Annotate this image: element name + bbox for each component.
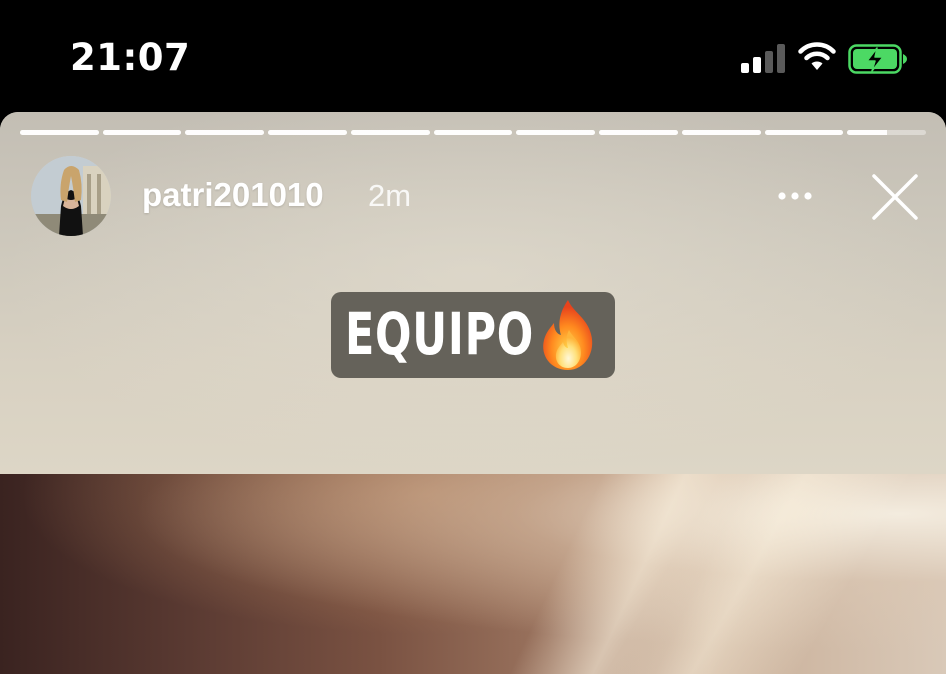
status-bar: 21:07 [0,0,946,112]
progress-segment [433,130,513,135]
story-progress-bar [20,130,927,135]
cellular-signal-icon [741,43,787,73]
text-sticker: EQUIPO [331,292,615,378]
progress-segment-fill [681,130,761,135]
progress-segment-fill [599,130,678,135]
fire-icon [543,300,593,370]
story-timestamp: 2m [368,178,412,213]
story-photo [0,474,946,674]
more-horizontal-icon[interactable] [770,178,820,214]
avatar[interactable] [31,156,111,236]
progress-segment-fill [102,130,182,135]
story-username[interactable]: patri201010 [142,176,324,214]
progress-segment [102,130,182,135]
progress-segment-fill [764,130,844,135]
avatar-image [31,156,111,236]
status-time: 21:07 [70,36,191,79]
sticker-text: EQUIPO [345,300,535,368]
progress-segment-fill [185,130,265,135]
wifi-icon [798,42,836,70]
progress-segment-fill [847,130,887,135]
progress-segment-fill [516,130,596,135]
progress-segment-fill [20,130,99,135]
progress-segment [185,130,265,135]
story-viewer[interactable]: patri201010 2m EQUIPO [0,112,946,674]
progress-segment [681,130,761,135]
battery-charging-icon [848,44,907,74]
progress-segment-fill [433,130,513,135]
progress-segment [350,130,430,135]
progress-segment [764,130,844,135]
close-icon[interactable] [868,170,922,224]
progress-segment [847,130,927,135]
progress-segment-fill [350,130,430,135]
progress-segment-fill [268,130,347,135]
progress-segment [599,130,678,135]
progress-segment [20,130,99,135]
progress-segment [268,130,347,135]
progress-segment [516,130,596,135]
